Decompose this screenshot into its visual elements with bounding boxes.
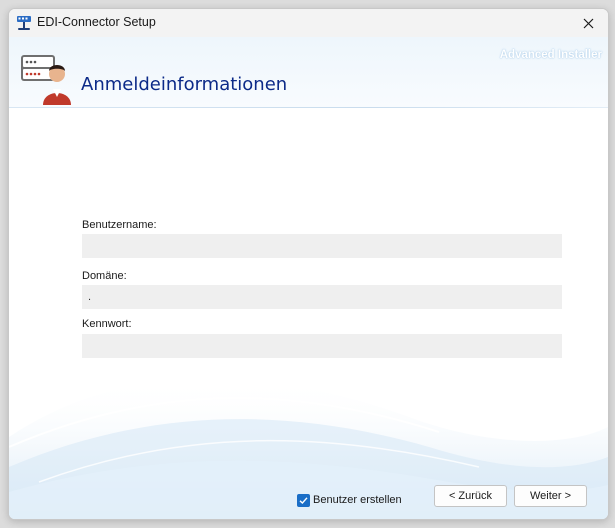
back-button[interactable]: < Zurück: [434, 485, 507, 507]
create-user-label: Benutzer erstellen: [313, 494, 402, 506]
next-button[interactable]: Weiter >: [514, 485, 587, 507]
username-input[interactable]: [82, 234, 562, 258]
create-user-checkbox[interactable]: Benutzer erstellen: [297, 492, 402, 508]
user-credentials-icon: [21, 55, 71, 105]
close-button[interactable]: [568, 9, 608, 37]
domain-label: Domäne:: [82, 270, 127, 282]
header-divider: [9, 107, 608, 108]
password-input[interactable]: [82, 334, 562, 358]
window-title: EDI-Connector Setup: [37, 15, 156, 29]
brand-watermark: Advanced Installer: [499, 49, 602, 61]
checkbox-checked-icon: [297, 493, 310, 507]
header-band: Anmeldeinformationen Advanced Installer: [9, 37, 608, 107]
domain-input[interactable]: [82, 285, 562, 309]
title-bar: EDI-Connector Setup: [9, 9, 608, 37]
installer-app-icon: [17, 16, 31, 30]
dialog-content: Anmeldeinformationen Advanced Installer …: [9, 37, 608, 519]
password-label: Kennwort:: [82, 318, 132, 330]
setup-window: EDI-Connector Setup Anmeldeinformationen…: [8, 8, 609, 520]
page-title: Anmeldeinformationen: [81, 74, 288, 95]
username-label: Benutzername:: [82, 219, 157, 231]
close-icon: [583, 18, 593, 28]
